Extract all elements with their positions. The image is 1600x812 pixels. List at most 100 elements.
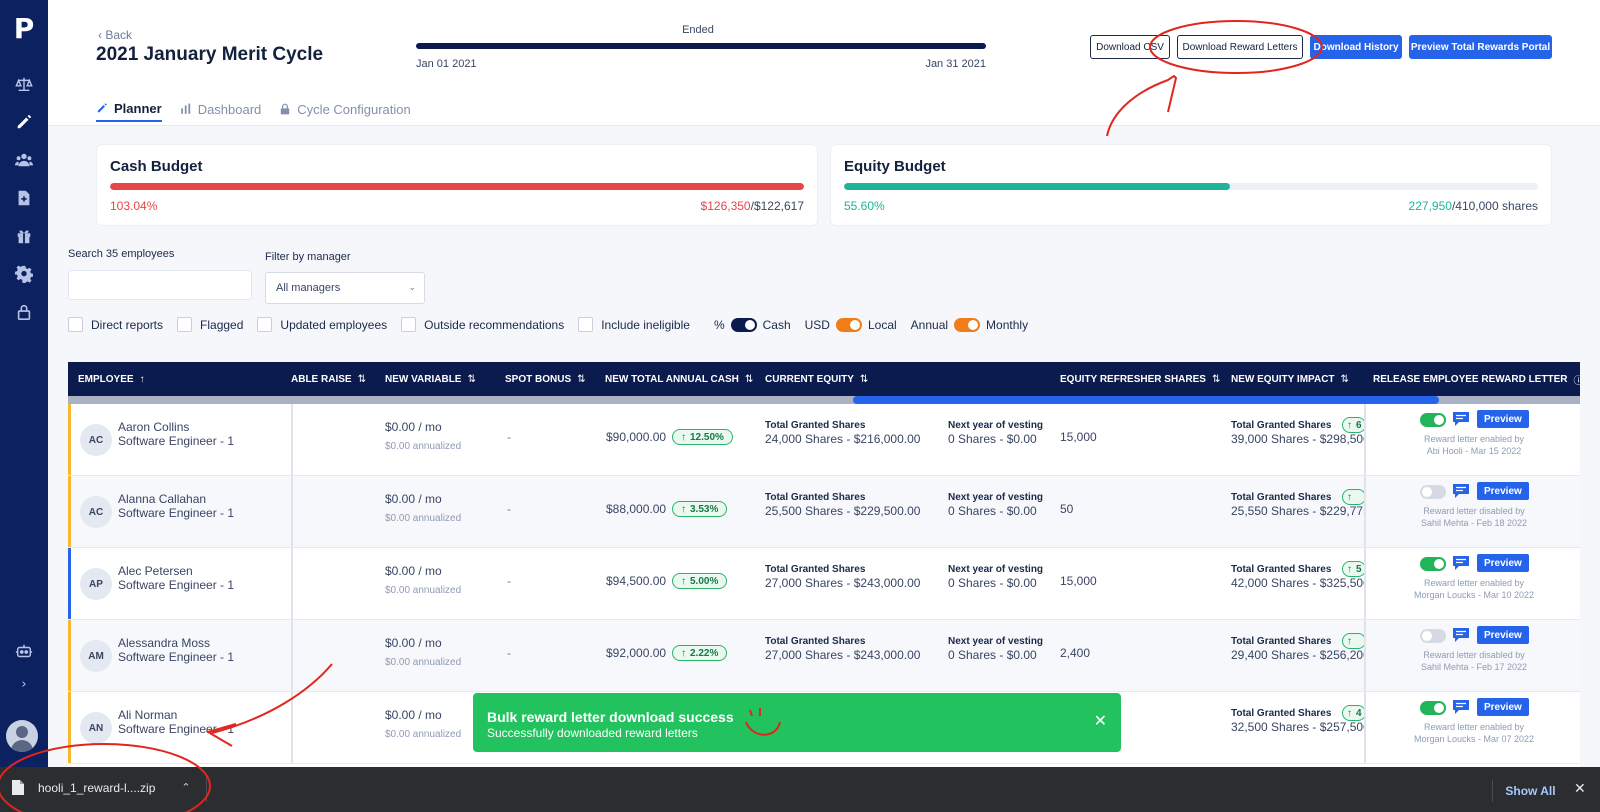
employee-name[interactable]: Alessandra Moss (118, 636, 210, 650)
employee-name[interactable]: Alanna Callahan (118, 492, 206, 506)
message-icon[interactable] (1452, 411, 1470, 427)
download-reward-letters-button[interactable]: Download Reward Letters (1177, 35, 1303, 59)
table-row[interactable]: AC Aaron Collins Software Engineer - 1 $0.0… (68, 404, 1580, 476)
updated-employees-checkbox[interactable]: Updated employees (257, 317, 387, 332)
table-row[interactable]: AM Alessandra Moss Software Engineer - 1 $0… (68, 620, 1580, 692)
spot-bonus-value[interactable]: - (507, 574, 511, 588)
message-icon[interactable] (1452, 699, 1470, 715)
period-toggle[interactable] (954, 317, 981, 332)
spot-bonus-value[interactable]: - (507, 502, 511, 516)
new-variable-value[interactable]: $0.00 / mo (385, 708, 442, 722)
search-input[interactable] (68, 270, 252, 300)
download-item[interactable]: hooli_1_reward-l....zip ⌃ (12, 780, 191, 795)
total-cash-value: $90,000.00 (606, 430, 667, 444)
checkbox-box[interactable] (257, 317, 273, 332)
refresher-shares-value[interactable]: 15,000 (1060, 430, 1097, 444)
checkbox-box[interactable] (68, 317, 83, 332)
horizontal-scrollbar[interactable] (68, 396, 1580, 404)
direct-reports-checkbox[interactable]: Direct reports (68, 317, 163, 332)
new-variable-value[interactable]: $0.00 / mo (385, 564, 442, 578)
checkbox-box[interactable] (578, 317, 594, 332)
refresher-shares-value[interactable]: 50 (1060, 502, 1073, 516)
preview-button[interactable]: Preview (1477, 482, 1529, 500)
people-icon[interactable] (12, 148, 36, 172)
download-csv-button[interactable]: Download CSV (1090, 35, 1170, 59)
refresher-shares-value[interactable]: 2,400 (1060, 646, 1090, 660)
new-variable-value[interactable]: $0.00 / mo (385, 492, 442, 506)
gift-icon[interactable] (12, 224, 36, 248)
flagged-checkbox[interactable]: Flagged (177, 317, 243, 332)
outside-recommendations-checkbox[interactable]: Outside recommendations (401, 317, 564, 332)
app-logo[interactable]: P (10, 14, 38, 44)
checkbox-box[interactable] (401, 317, 417, 332)
column-new-total-cash[interactable]: NEW TOTAL ANNUAL CASH ⇅ (605, 362, 753, 396)
user-avatar[interactable] (6, 720, 38, 752)
impact-change: 5 (1356, 563, 1362, 575)
release-letter-toggle[interactable] (1420, 557, 1446, 571)
checkbox-box[interactable] (177, 317, 193, 332)
message-icon[interactable] (1452, 627, 1470, 643)
document-add-icon[interactable] (12, 186, 36, 210)
currency-toggle[interactable] (835, 317, 862, 332)
release-letter-toggle[interactable] (1420, 413, 1446, 427)
message-icon[interactable] (1452, 483, 1470, 499)
manager-filter-select[interactable]: All managers ⌄ (265, 272, 425, 304)
close-icon[interactable]: ✕ (1574, 781, 1586, 797)
employee-name[interactable]: Ali Norman (118, 708, 177, 722)
column-release-letter[interactable]: RELEASE EMPLOYEE REWARD LETTER ⓘ (1373, 362, 1580, 396)
cash-spent: $126,350 (700, 199, 751, 213)
tab-dashboard[interactable]: Dashboard (180, 96, 262, 122)
close-icon[interactable]: ✕ (1094, 711, 1107, 730)
new-variable-annualized: $0.00 annualized (385, 729, 462, 740)
column-able-raise[interactable]: ABLE RAISE ⇅ (291, 362, 366, 396)
column-refresher-shares[interactable]: EQUITY REFRESHER SHARES ⇅ (1060, 362, 1220, 396)
impact-label: Total Granted Shares (1231, 420, 1332, 431)
new-variable-value[interactable]: $0.00 / mo (385, 420, 442, 434)
spot-bonus-value[interactable]: - (507, 430, 511, 444)
spot-bonus-value[interactable]: - (507, 646, 511, 660)
download-history-button[interactable]: Download History (1310, 35, 1402, 59)
refresher-shares-value[interactable]: 15,000 (1060, 574, 1097, 588)
release-letter-toggle[interactable] (1420, 485, 1446, 499)
timeline-end-date: Jan 31 2021 (925, 58, 986, 70)
impact-label: Total Granted Shares (1231, 492, 1332, 503)
tab-cycle-configuration[interactable]: Cycle Configuration (279, 96, 411, 122)
preview-button[interactable]: Preview (1477, 626, 1529, 644)
scale-icon[interactable] (12, 72, 36, 96)
tab-label: Cycle Configuration (297, 101, 411, 117)
checkbox-label: Include ineligible (601, 317, 690, 332)
preview-portal-button[interactable]: Preview Total Rewards Portal (1409, 35, 1552, 59)
show-all-button[interactable]: Show All (1492, 780, 1568, 802)
toggle-left-label: Annual (910, 317, 949, 332)
column-employee[interactable]: EMPLOYEE ↑ (78, 362, 145, 396)
column-current-equity[interactable]: CURRENT EQUITY ⇅ (765, 362, 868, 396)
preview-button[interactable]: Preview (1477, 698, 1529, 716)
lock-icon[interactable] (12, 300, 36, 324)
column-new-variable[interactable]: NEW VARIABLE ⇅ (385, 362, 476, 396)
column-spot-bonus[interactable]: SPOT BONUS ⇅ (505, 362, 586, 396)
expand-chevron-icon[interactable]: › (12, 672, 36, 696)
employee-name[interactable]: Alec Petersen (118, 564, 193, 578)
chevron-down-icon: ⌄ (408, 282, 416, 292)
table-row[interactable]: AP Alec Petersen Software Engineer - 1 $0.0… (68, 548, 1580, 620)
column-new-equity-impact[interactable]: NEW EQUITY IMPACT ⇅ (1231, 362, 1349, 396)
tab-planner[interactable]: Planner (96, 96, 162, 122)
include-ineligible-checkbox[interactable]: Include ineligible (578, 317, 690, 332)
chevron-up-icon[interactable]: ⌃ (181, 781, 190, 794)
support-icon[interactable] (12, 640, 36, 664)
back-link[interactable]: ‹ Back (98, 28, 132, 42)
message-icon[interactable] (1452, 555, 1470, 571)
new-variable-value[interactable]: $0.00 / mo (385, 636, 442, 650)
release-letter-toggle[interactable] (1420, 701, 1446, 715)
employee-name[interactable]: Aaron Collins (118, 420, 189, 434)
percent-cash-toggle[interactable] (730, 317, 757, 332)
gear-icon[interactable] (12, 262, 36, 286)
pencil-icon[interactable] (12, 110, 36, 134)
preview-button[interactable]: Preview (1477, 554, 1529, 572)
tab-label: Dashboard (197, 101, 262, 117)
scrollbar-thumb[interactable] (853, 396, 1439, 404)
release-letter-toggle[interactable] (1420, 629, 1446, 643)
preview-button[interactable]: Preview (1477, 410, 1529, 428)
table-row[interactable]: AC Alanna Callahan Software Engineer - 1 $0… (68, 476, 1580, 548)
percent-cash-toggle-group: % Cash (714, 317, 791, 332)
